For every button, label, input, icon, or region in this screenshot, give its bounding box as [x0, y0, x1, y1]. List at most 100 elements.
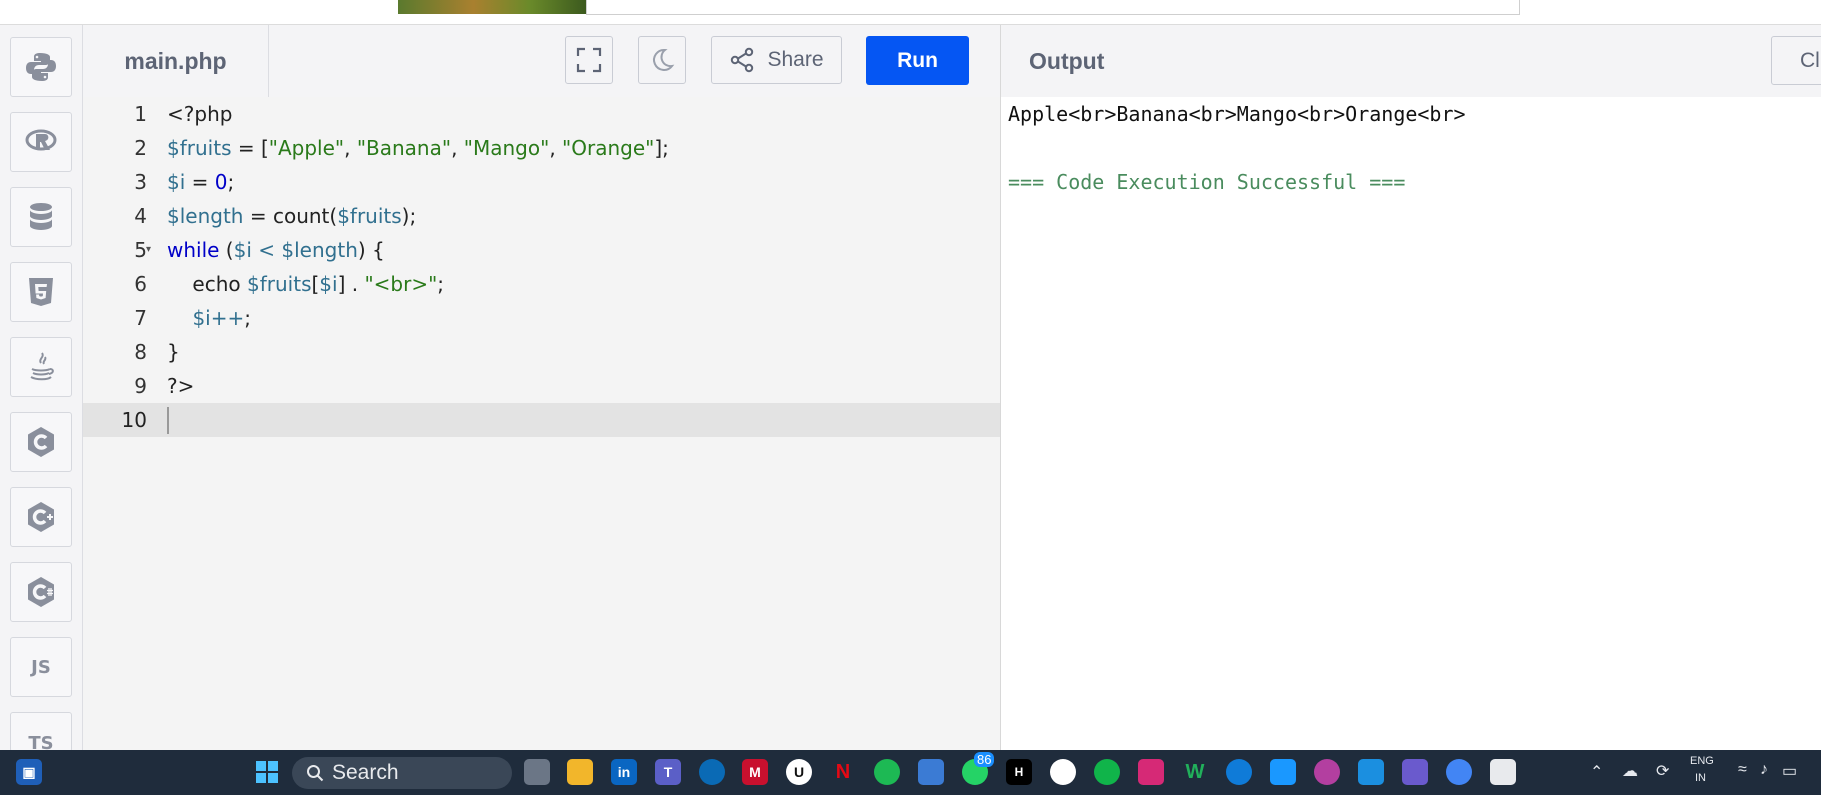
- chrome-icon[interactable]: [1446, 759, 1472, 785]
- region-indicator: IN: [1695, 772, 1706, 784]
- javascript-icon[interactable]: JS: [10, 637, 72, 697]
- line-number: 7: [134, 306, 147, 330]
- app-u-icon[interactable]: U: [786, 759, 812, 785]
- output-line: Apple<br>Banana<br>Mango<br>Orange<br>: [1008, 102, 1466, 126]
- chevron-up-icon[interactable]: ⌃: [1590, 762, 1603, 782]
- volume-icon[interactable]: ♪: [1760, 761, 1768, 779]
- run-button[interactable]: Run: [866, 36, 969, 85]
- clear-button[interactable]: Cl: [1771, 36, 1821, 85]
- output-console: Apple<br>Banana<br>Mango<br>Orange<br> =…: [1001, 97, 1821, 750]
- battery-icon[interactable]: ▭: [1782, 761, 1797, 781]
- linkedin-icon[interactable]: in: [611, 759, 637, 785]
- copilot-icon[interactable]: [1402, 759, 1428, 785]
- code-token: $fruits: [167, 136, 232, 160]
- hotstar-icon[interactable]: H: [1006, 759, 1032, 785]
- html5-icon[interactable]: [10, 262, 72, 322]
- app-window-icon[interactable]: [1358, 759, 1384, 785]
- file-tab-label: main.php: [124, 47, 227, 74]
- taskbar-search[interactable]: Search: [292, 757, 512, 789]
- mcafee-icon[interactable]: M: [742, 759, 768, 785]
- code-token: "Mango": [463, 136, 550, 160]
- run-label: Run: [897, 48, 938, 72]
- code-token: $fruits: [337, 204, 402, 228]
- line-number: 3: [134, 170, 147, 194]
- code-token: "Orange": [562, 136, 655, 160]
- line-number: 2: [134, 136, 147, 160]
- spotify-icon[interactable]: [874, 759, 900, 785]
- sync-icon[interactable]: ⟳: [1656, 761, 1669, 781]
- code-token: echo: [167, 272, 247, 296]
- cpp-icon[interactable]: [10, 487, 72, 547]
- netflix-icon[interactable]: N: [830, 759, 856, 785]
- python-icon[interactable]: [10, 37, 72, 97]
- output-header: Output Cl: [1001, 25, 1821, 98]
- prime-video-icon[interactable]: [1270, 759, 1296, 785]
- code-token: $i: [233, 238, 252, 262]
- snipping-tool-icon[interactable]: [1490, 759, 1516, 785]
- code-token: <: [251, 238, 282, 262]
- code-token: }: [167, 340, 180, 364]
- taskbar: ▣ Search in T M U N 86 H W ⌃ ☁ ⟳ ENG IN …: [0, 750, 1821, 795]
- code-line: 7 $i++;: [83, 301, 1000, 335]
- code-token: $length: [167, 204, 244, 228]
- app-w-icon[interactable]: W: [1182, 759, 1208, 785]
- csharp-icon[interactable]: [10, 562, 72, 622]
- code-line: 8 }: [83, 335, 1000, 369]
- code-line: 3 $i = 0;: [83, 165, 1000, 199]
- grammarly-icon[interactable]: [1094, 759, 1120, 785]
- c-icon[interactable]: [10, 412, 72, 472]
- javascript-label: JS: [31, 656, 51, 678]
- code-token: ,: [344, 136, 357, 160]
- code-token: "Apple": [268, 136, 345, 160]
- line-number: 9: [134, 374, 147, 398]
- editor-header: main.php Share Run: [83, 25, 1000, 98]
- whatsapp-badge: 86: [974, 752, 995, 767]
- fullscreen-button[interactable]: [565, 36, 613, 84]
- search-icon: [307, 765, 324, 782]
- line-number: 4: [134, 204, 147, 228]
- file-tab[interactable]: main.php: [83, 25, 269, 97]
- fullscreen-icon: [576, 47, 602, 73]
- onedrive-icon[interactable]: ☁: [1622, 761, 1638, 781]
- code-token: 0: [214, 170, 228, 194]
- dell-icon[interactable]: [699, 759, 725, 785]
- share-label: Share: [767, 48, 824, 71]
- code-token: $length: [281, 238, 358, 262]
- code-token: ;: [244, 306, 251, 330]
- line-number: 1: [134, 102, 147, 126]
- file-explorer-icon[interactable]: [567, 759, 593, 785]
- active-code-line[interactable]: 10: [83, 403, 1000, 437]
- code-token: );: [401, 204, 417, 228]
- code-token: ,: [549, 136, 563, 160]
- share-button[interactable]: Share: [711, 36, 842, 84]
- code-token: <?php: [167, 102, 233, 126]
- code-line: 2 $fruits = ["Apple", "Banana", "Mango",…: [83, 131, 1000, 165]
- chatgpt-icon[interactable]: [1050, 759, 1076, 785]
- database-icon[interactable]: [10, 187, 72, 247]
- edge-icon[interactable]: [1226, 759, 1252, 785]
- r-icon[interactable]: [10, 112, 72, 172]
- code-line: 9 ?>: [83, 369, 1000, 403]
- code-token: $i++: [192, 306, 245, 330]
- teams-icon[interactable]: T: [655, 759, 681, 785]
- typescript-icon[interactable]: TS: [10, 712, 72, 752]
- store-icon[interactable]: [918, 759, 944, 785]
- app-circle-icon[interactable]: [1314, 759, 1340, 785]
- code-line: 6 echo $fruits[$i] . "<br>";: [83, 267, 1000, 301]
- line-number: 10: [121, 408, 147, 432]
- banner-box: [586, 0, 1520, 15]
- instagram-icon[interactable]: [1138, 759, 1164, 785]
- code-editor[interactable]: 1 <?php 2 $fruits = ["Apple", "Banana", …: [83, 97, 1000, 750]
- widgets-icon[interactable]: ▣: [16, 759, 42, 785]
- code-token: while: [167, 238, 220, 262]
- wifi-icon[interactable]: ≈: [1738, 761, 1747, 779]
- task-view-icon[interactable]: [524, 759, 550, 785]
- output-panel: Output Cl Apple<br>Banana<br>Mango<br>Or…: [1000, 25, 1821, 750]
- line-number: 5: [134, 238, 147, 262]
- language-indicator[interactable]: ENG: [1690, 755, 1714, 767]
- theme-toggle-button[interactable]: [638, 36, 686, 84]
- java-icon[interactable]: [10, 337, 72, 397]
- code-token: ];: [654, 136, 669, 160]
- start-icon[interactable]: [254, 759, 280, 785]
- fold-arrow-icon[interactable]: ▾: [146, 233, 151, 267]
